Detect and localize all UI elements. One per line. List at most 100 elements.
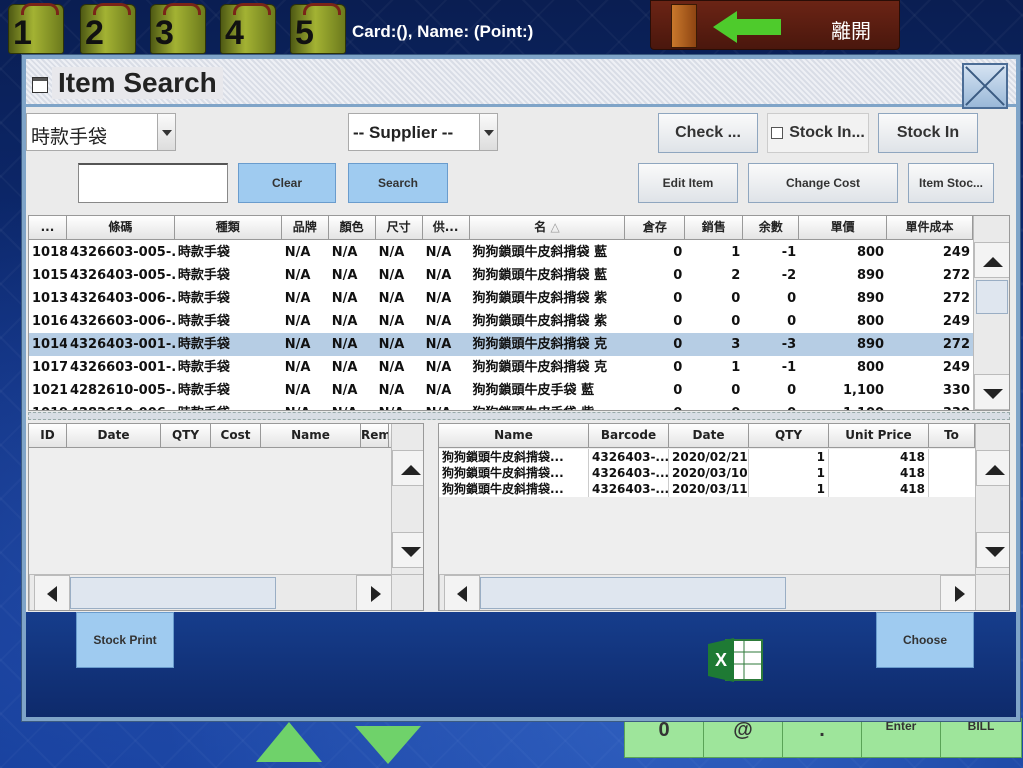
checkbox-icon[interactable] xyxy=(771,127,784,139)
clear-button[interactable]: Clear xyxy=(238,163,336,203)
cell-barcode: 4282610-005-... xyxy=(69,383,175,398)
scroll-right-button[interactable] xyxy=(940,575,976,610)
col-id[interactable]: ID xyxy=(29,424,67,447)
keypad-0[interactable]: 0 xyxy=(624,718,704,758)
list-item[interactable]: 狗狗鎖頭牛皮斜揹袋... 4326403-... 2020/03/10 1 418 xyxy=(439,465,975,481)
close-button[interactable] xyxy=(962,63,1008,109)
scrollbar-thumb[interactable] xyxy=(70,577,276,609)
edit-item-button[interactable]: Edit Item xyxy=(638,163,738,203)
scroll-up-icon[interactable] xyxy=(256,722,322,762)
table-row[interactable]: 1015 4326403-005-... 時款手袋 N/A N/A N/A N/A 狗狗鎖頭牛… xyxy=(29,264,973,287)
cell-unit-price: 418 xyxy=(829,449,929,465)
col-remark[interactable]: Rem xyxy=(361,424,389,447)
cell-supplier: N/A xyxy=(425,245,452,260)
bag-button-3[interactable]: 3 xyxy=(150,3,206,54)
scroll-down-icon[interactable] xyxy=(355,726,421,764)
item-stock-button[interactable]: Item Stoc... xyxy=(908,163,994,203)
cell-supplier: N/A xyxy=(425,291,452,306)
col-color[interactable]: 顏色 xyxy=(329,216,376,239)
col-sold[interactable]: 銷售 xyxy=(685,216,744,239)
bag-button-4[interactable]: 4 xyxy=(220,3,276,54)
scroll-right-button[interactable] xyxy=(356,575,392,610)
cell-stock: 0 xyxy=(673,360,683,375)
category-select[interactable]: 時款手袋 xyxy=(26,113,176,151)
col-balance[interactable]: 余數 xyxy=(743,216,800,239)
col-id[interactable]: ... xyxy=(29,216,67,239)
col-unit-price[interactable]: Unit Price xyxy=(829,424,929,447)
bag-number: 2 xyxy=(85,14,104,52)
sales-history-hscroll[interactable] xyxy=(439,574,1009,610)
exit-button[interactable]: 離開 xyxy=(650,0,900,50)
col-name[interactable]: Name xyxy=(261,424,361,447)
keypad-bill[interactable]: BILL xyxy=(940,718,1022,758)
stock-in-button[interactable]: Stock In xyxy=(878,113,978,153)
scroll-down-button[interactable] xyxy=(976,532,1009,568)
cell-stock: 0 xyxy=(673,383,683,398)
scroll-down-button[interactable] xyxy=(974,374,1009,410)
scroll-up-button[interactable] xyxy=(974,242,1009,278)
chevron-down-icon[interactable] xyxy=(479,114,497,150)
stock-print-button[interactable]: Stock Print xyxy=(76,612,174,668)
col-barcode[interactable]: Barcode xyxy=(589,424,669,447)
col-brand[interactable]: 品牌 xyxy=(282,216,329,239)
col-qty[interactable]: QTY xyxy=(749,424,829,447)
split-divider[interactable] xyxy=(28,412,1010,420)
col-cost[interactable]: Cost xyxy=(211,424,261,447)
col-size[interactable]: 尺寸 xyxy=(376,216,423,239)
stock-history-vscroll[interactable] xyxy=(391,424,423,574)
check-button[interactable]: Check ... xyxy=(658,113,758,153)
col-supplier[interactable]: 供... xyxy=(423,216,470,239)
list-item[interactable]: 狗狗鎖頭牛皮斜揹袋... 4326403-... 2020/02/21 1 418 xyxy=(439,449,975,465)
col-category[interactable]: 種類 xyxy=(175,216,282,239)
list-item[interactable]: 狗狗鎖頭牛皮斜揹袋... 4326403-... 2020/03/11 1 418 xyxy=(439,481,975,497)
cell-unit-price: 1,100 xyxy=(842,383,885,398)
col-total[interactable]: To xyxy=(929,424,975,447)
table-row[interactable]: 1017 4326603-001-... 時款手袋 N/A N/A N/A N/A 狗狗鎖頭牛… xyxy=(29,356,973,379)
sales-history-vscroll[interactable] xyxy=(975,424,1009,574)
cell-unit-cost: 330 xyxy=(942,383,970,398)
stock-in-checkbox[interactable]: Stock In... xyxy=(767,113,869,153)
scroll-left-button[interactable] xyxy=(444,575,480,610)
col-unit-price[interactable]: 單價 xyxy=(799,216,888,239)
search-button[interactable]: Search xyxy=(348,163,448,203)
dialog-titlebar[interactable]: Item Search xyxy=(26,59,1016,109)
supplier-select[interactable]: -- Supplier -- xyxy=(348,113,498,151)
bag-button-2[interactable]: 2 xyxy=(80,3,136,54)
keypad-enter[interactable]: Enter xyxy=(861,718,941,758)
col-barcode[interactable]: 條碼 xyxy=(67,216,175,239)
table-row[interactable]: 1016 4326603-006-... 時款手袋 N/A N/A N/A N/A 狗狗鎖頭牛… xyxy=(29,310,973,333)
table-row[interactable]: 1018 4326603-005-... 時款手袋 N/A N/A N/A N/A 狗狗鎖頭牛… xyxy=(29,241,973,264)
cell-barcode: 4326403-... xyxy=(589,481,669,497)
stock-history-hscroll[interactable] xyxy=(29,574,423,610)
cell-unit-price: 418 xyxy=(829,465,929,481)
scrollbar-thumb[interactable] xyxy=(480,577,786,609)
col-unit-cost[interactable]: 單件成本 xyxy=(887,216,973,239)
scroll-down-button[interactable] xyxy=(392,532,423,568)
item-table-scrollbar[interactable] xyxy=(973,216,1009,410)
col-stock[interactable]: 倉存 xyxy=(625,216,686,239)
col-qty[interactable]: QTY xyxy=(161,424,211,447)
scroll-up-button[interactable] xyxy=(392,450,423,486)
col-date[interactable]: Date xyxy=(67,424,161,447)
cell-barcode: 4326403-... xyxy=(589,465,669,481)
keypad-at[interactable]: @ xyxy=(703,718,783,758)
bag-button-1[interactable]: 1 xyxy=(8,3,64,54)
choose-button[interactable]: Choose xyxy=(876,612,974,668)
col-date[interactable]: Date xyxy=(669,424,749,447)
table-row[interactable]: 10194282610-006-...時款手袋N/AN/AN/AN/A狗狗鎖頭牛… xyxy=(29,402,973,410)
scroll-left-button[interactable] xyxy=(34,575,70,610)
col-name[interactable]: 名 △ xyxy=(470,216,626,239)
excel-icon[interactable]: X xyxy=(706,636,764,684)
table-row[interactable]: 1021 4282610-005-... 時款手袋 N/A N/A N/A N/A 狗狗鎖頭牛… xyxy=(29,379,973,402)
table-row[interactable]: 1013 4326403-006-... 時款手袋 N/A N/A N/A N/A 狗狗鎖頭牛… xyxy=(29,287,973,310)
col-name[interactable]: Name xyxy=(439,424,589,447)
bag-button-5[interactable]: 5 xyxy=(290,3,346,54)
cell-qty: 1 xyxy=(749,465,829,481)
search-input[interactable] xyxy=(78,163,228,203)
chevron-down-icon[interactable] xyxy=(157,114,175,150)
table-row[interactable]: 1014 4326403-001-... 時款手袋 N/A N/A N/A N/A 狗狗鎖頭牛… xyxy=(29,333,973,356)
scroll-up-button[interactable] xyxy=(976,450,1009,486)
scrollbar-thumb[interactable] xyxy=(976,280,1008,314)
change-cost-button[interactable]: Change Cost xyxy=(748,163,898,203)
keypad-dot[interactable]: . xyxy=(782,718,862,758)
